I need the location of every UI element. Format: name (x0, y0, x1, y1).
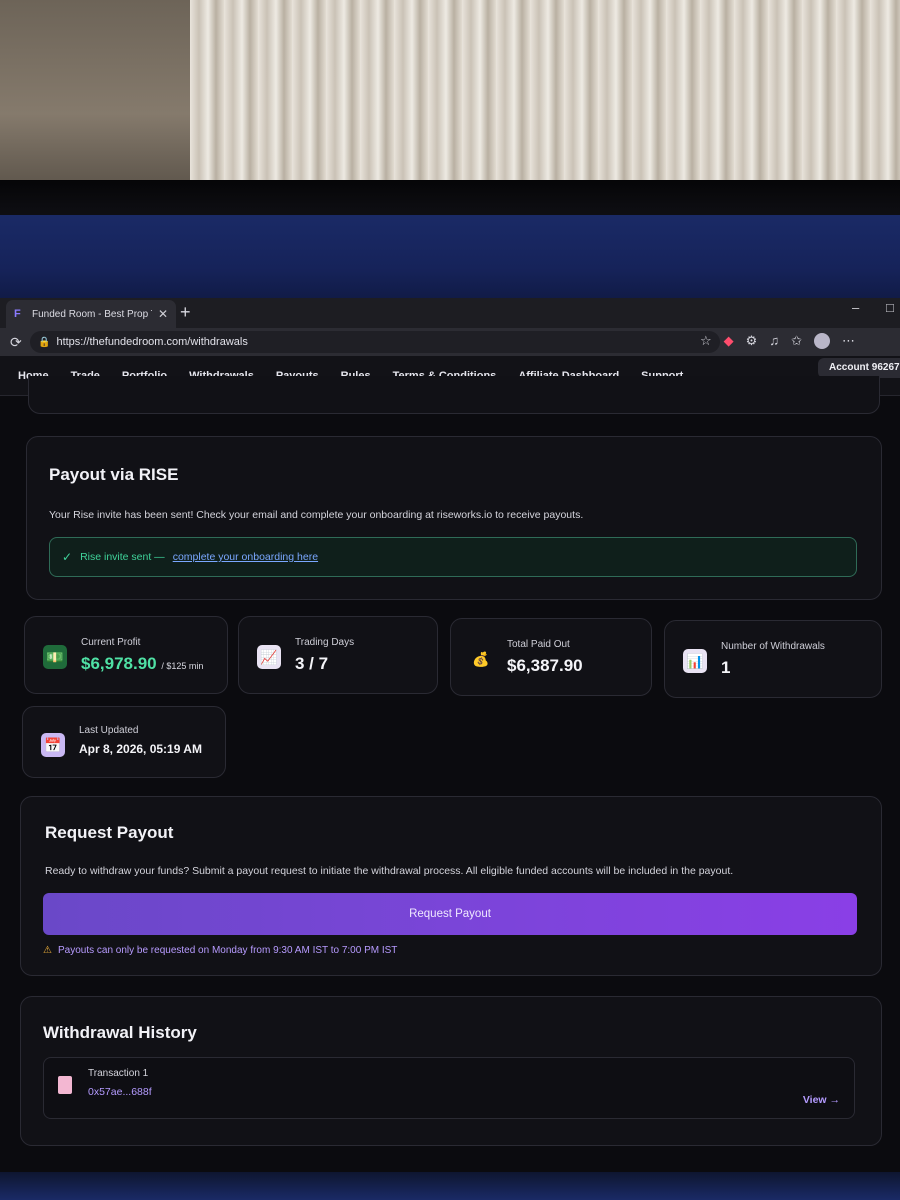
browser-tab-strip: F Funded Room - Best Prop Trading ✕ + – … (0, 298, 900, 328)
withdrawal-history-card: Withdrawal History Transaction 1 0x57ae.… (20, 996, 882, 1146)
transaction-row[interactable]: Transaction 1 0x57ae...688f View → (43, 1057, 855, 1119)
favorites-icon[interactable]: ✩ (791, 333, 802, 349)
money-bag-icon: 💰 (472, 650, 490, 667)
stat-card-last-updated: 📅 Last Updated Apr 8, 2026, 05:19 AM (22, 706, 226, 778)
transaction-hash[interactable]: 0x57ae...688f (88, 1086, 152, 1098)
desktop-taskbar-edge (0, 1172, 900, 1200)
rise-payout-card: Payout via RISE Your Rise invite has bee… (26, 436, 882, 600)
withdrawal-history-title: Withdrawal History (43, 1023, 197, 1042)
document-icon (58, 1076, 72, 1094)
request-payout-description: Ready to withdraw your funds? Submit a p… (45, 865, 734, 877)
stat-card-current-profit: 💵 Current Profit $6,978.90 / $125 min (24, 616, 228, 694)
check-icon: ✓ (62, 550, 73, 564)
warning-icon: ⚠ (43, 945, 52, 956)
request-payout-title: Request Payout (45, 823, 174, 842)
request-payout-card: Request Payout Ready to withdraw your fu… (20, 796, 882, 976)
extension-icon[interactable]: ◆ (724, 333, 734, 349)
stat-card-trading-days: 📈 Trading Days 3 / 7 (238, 616, 438, 694)
total-paid-out-value: $6,387.90 (507, 656, 583, 675)
extension-puzzle-icon[interactable]: ⚙ (746, 333, 758, 349)
last-updated-value: Apr 8, 2026, 05:19 AM (79, 742, 202, 756)
total-paid-out-label: Total Paid Out (507, 639, 570, 650)
browser-tab[interactable]: F Funded Room - Best Prop Trading ✕ (6, 300, 176, 328)
trading-days-value: 3 / 7 (295, 654, 329, 673)
current-profit-value-row: $6,978.90 / $125 min (81, 654, 203, 674)
browser-toolbar-icons: ☆ ◆ ⚙ ♫ ✩ ⋯ (700, 333, 855, 349)
payout-schedule-text: Payouts can only be requested on Monday … (57, 945, 398, 956)
calendar-icon: 📅 (41, 733, 65, 757)
payout-schedule-warning: ⚠ Payouts can only be requested on Monda… (43, 945, 397, 956)
current-profit-minimum: / $125 min (161, 661, 204, 671)
bar-chart-icon: 📊 (683, 649, 707, 673)
desktop-wallpaper (0, 215, 900, 303)
more-menu-icon[interactable]: ⋯ (842, 333, 855, 349)
last-updated-label: Last Updated (79, 725, 139, 736)
background-curtain (190, 0, 900, 185)
browser-toolbar: ⟳ 🔒 https://thefundedroom.com/withdrawal… (0, 328, 900, 356)
favorite-star-icon[interactable]: ☆ (700, 333, 712, 349)
onboarding-link[interactable]: complete your onboarding here (173, 551, 318, 563)
new-tab-button[interactable]: + (180, 302, 191, 323)
current-profit-label: Current Profit (81, 637, 141, 648)
view-transaction-link[interactable]: View → (803, 1094, 840, 1106)
transaction-label: Transaction 1 (88, 1068, 149, 1079)
money-icon: 💵 (43, 645, 67, 669)
main-content: Payout via RISE Your Rise invite has bee… (0, 376, 900, 1186)
monitor-bezel (0, 180, 900, 220)
current-profit-value: $6,978.90 (81, 654, 157, 673)
stat-card-total-paid-out: 💰 Total Paid Out $6,387.90 (450, 618, 652, 696)
previous-card-bottom (28, 376, 880, 414)
window-minimize-button[interactable]: – (852, 300, 859, 315)
rise-description: Your Rise invite has been sent! Check yo… (49, 509, 584, 521)
tab-title: Funded Room - Best Prop Trading (32, 308, 152, 320)
site-favicon-icon: F (14, 308, 21, 320)
rise-notice: ✓ Rise invite sent — complete your onboa… (49, 537, 857, 577)
stat-card-withdrawals: 📊 Number of Withdrawals 1 (664, 620, 882, 698)
request-payout-button[interactable]: Request Payout (43, 893, 857, 935)
account-button[interactable]: Account 96267 (818, 358, 900, 378)
url-text: https://thefundedroom.com/withdrawals (56, 336, 248, 348)
trading-days-label: Trading Days (295, 637, 355, 648)
reload-icon[interactable]: ⟳ (10, 334, 32, 351)
tab-close-icon[interactable]: ✕ (158, 307, 168, 321)
profile-avatar-icon[interactable] (813, 333, 830, 349)
rise-notice-text: Rise invite sent — (80, 551, 165, 563)
withdrawals-label: Number of Withdrawals (721, 641, 825, 652)
rise-title: Payout via RISE (49, 465, 179, 484)
address-bar[interactable]: 🔒 https://thefundedroom.com/withdrawals (30, 331, 720, 353)
chart-up-icon: 📈 (257, 645, 281, 669)
withdrawals-value: 1 (721, 658, 731, 677)
site-info-icon[interactable]: 🔒 (38, 337, 50, 348)
media-icon[interactable]: ♫ (769, 333, 779, 349)
window-maximize-button[interactable]: □ (886, 300, 894, 315)
